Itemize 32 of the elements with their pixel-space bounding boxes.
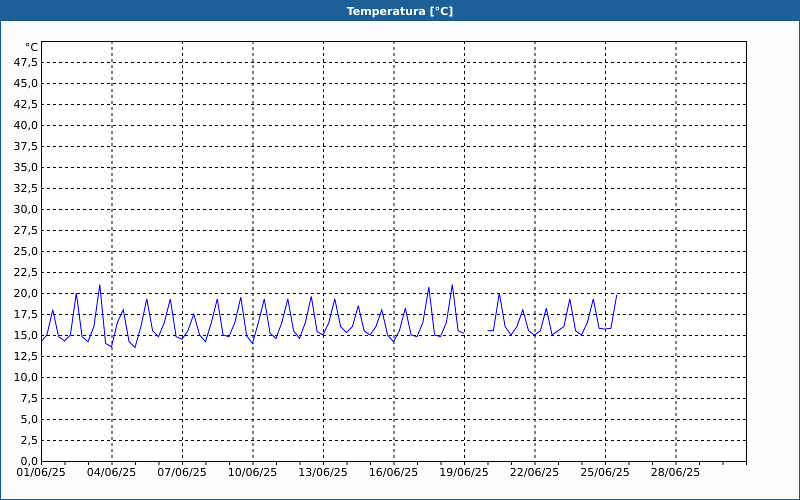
x-tick-label: 04/06/25 [86, 466, 136, 479]
y-tick-label: 12,5 [14, 350, 38, 363]
y-tick-label: 2,5 [20, 434, 38, 447]
y-tick-label: 17,5 [14, 308, 38, 321]
x-tick-label: 19/06/25 [439, 466, 489, 479]
y-tick-label: 40,0 [14, 119, 38, 132]
x-tick-label: 13/06/25 [298, 466, 348, 479]
y-tick-label: 47,5 [14, 56, 38, 69]
y-tick-label: 27,5 [14, 224, 38, 237]
window-title: Temperatura [°C] [1, 1, 799, 21]
unit-label: °C [24, 41, 38, 54]
x-tick-label: 28/06/25 [650, 466, 700, 479]
x-tick-label: 07/06/25 [157, 466, 207, 479]
y-tick-label: 15,0 [14, 329, 38, 342]
y-tick-label: 20,0 [14, 287, 38, 300]
x-tick-label: 25/06/25 [580, 466, 630, 479]
x-tick-label: 16/06/25 [368, 466, 418, 479]
y-tick-label: 5,0 [20, 413, 38, 426]
y-tick-label: 7,5 [20, 392, 38, 405]
x-tick-label: 22/06/25 [510, 466, 560, 479]
x-tick-label: 01/06/25 [16, 466, 66, 479]
y-tick-label: 45,0 [14, 77, 38, 90]
y-tick-label: 10,0 [14, 371, 38, 384]
y-tick-label: 0,0 [20, 455, 38, 468]
y-tick-label: 35,0 [14, 161, 38, 174]
y-tick-label: 30,0 [14, 203, 38, 216]
x-tick-label: 10/06/25 [228, 466, 278, 479]
y-tick-label: 37,5 [14, 140, 38, 153]
y-tick-label: 25,0 [14, 245, 38, 258]
y-tick-label: 32,5 [14, 182, 38, 195]
y-tick-label: 22,5 [14, 266, 38, 279]
y-tick-label: 42,5 [14, 98, 38, 111]
